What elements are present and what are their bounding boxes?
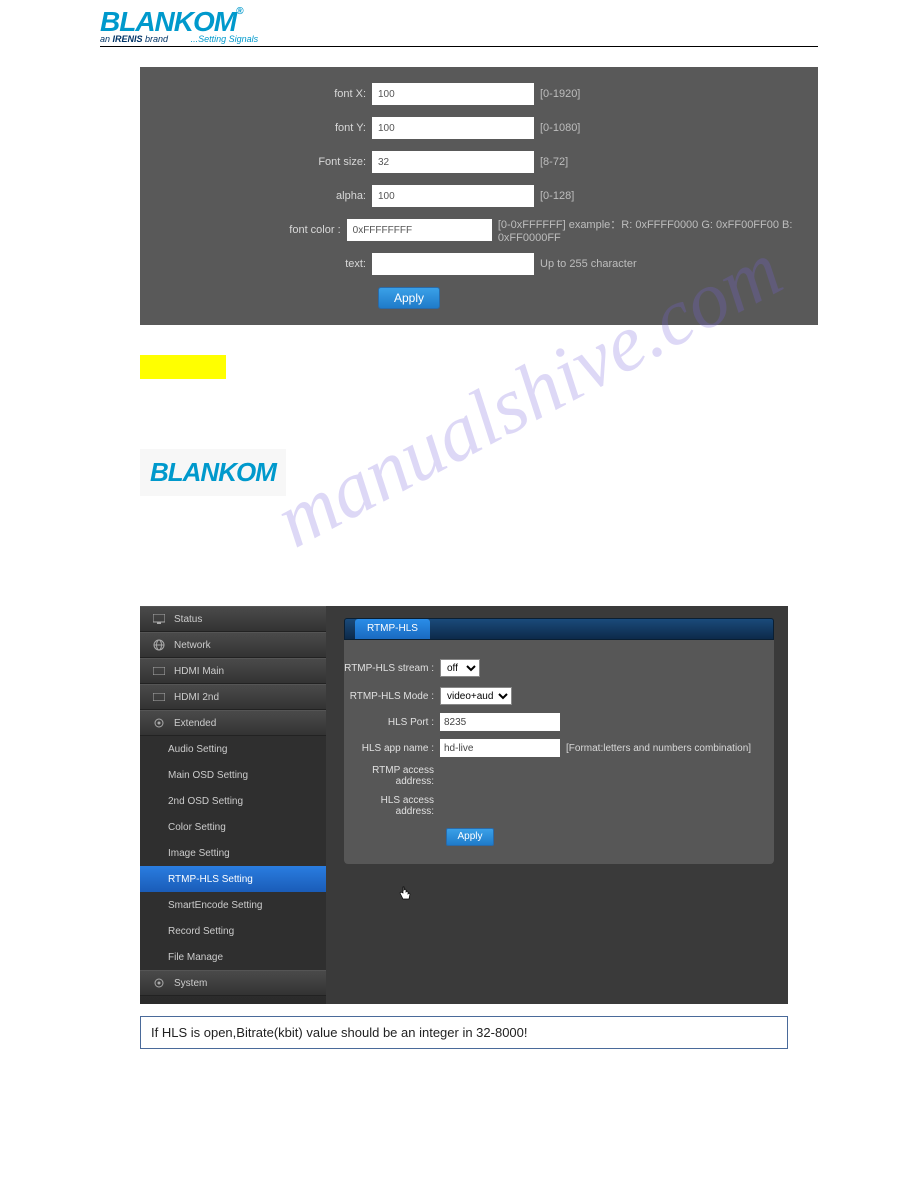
input-font-size[interactable]: [372, 151, 534, 173]
input-hls-port[interactable]: [440, 713, 560, 731]
input-alpha[interactable]: [372, 185, 534, 207]
hint-font-x: [0-1920]: [540, 88, 580, 100]
sidebar-sub-rtmp-hls[interactable]: RTMP-HLS Setting: [140, 866, 326, 892]
hint-font-size: [8-72]: [540, 156, 568, 168]
sidebar-sub-color[interactable]: Color Setting: [140, 814, 326, 840]
note-box: If HLS is open,Bitrate(kbit) value shoul…: [140, 1016, 788, 1049]
input-hls-app[interactable]: [440, 739, 560, 757]
sidebar-item-label: System: [174, 978, 207, 989]
sidebar-item-label: Status: [174, 614, 202, 625]
sidebar-sub-smartencode[interactable]: SmartEncode Setting: [140, 892, 326, 918]
select-mode[interactable]: video+audio: [440, 687, 512, 705]
apply-button-2[interactable]: Apply: [446, 828, 494, 846]
label-text: text:: [140, 258, 372, 270]
label-font-color: font color :: [140, 224, 347, 236]
osd-settings-panel: font X: [0-1920] font Y: [0-1080] Font siz…: [140, 67, 818, 325]
hint-font-color: [0-0xFFFFFF] example：R: 0xFFFF0000 G: 0x…: [498, 216, 818, 244]
sidebar-sub-image[interactable]: Image Setting: [140, 840, 326, 866]
sidebar-sub-record[interactable]: Record Setting: [140, 918, 326, 944]
gear-icon: [152, 976, 166, 990]
input-font-x[interactable]: [372, 83, 534, 105]
hint-hls-app: [Format:letters and numbers combination]: [566, 743, 751, 754]
sidebar-item-label: Extended: [174, 718, 216, 729]
label-stream: RTMP-HLS stream :: [344, 663, 440, 674]
logo-bar: BLANKOM® an IRENIS brand ...Setting Sign…: [100, 6, 818, 47]
label-mode: RTMP-HLS Mode :: [344, 691, 440, 702]
tab-rtmp-hls[interactable]: RTMP-HLS: [355, 619, 430, 639]
sidebar-sub-audio[interactable]: Audio Setting: [140, 736, 326, 762]
label-hls-app: HLS app name :: [344, 743, 440, 754]
hdmi-icon: [152, 690, 166, 704]
brand-logo: BLANKOM®: [100, 6, 242, 38]
label-hls-port: HLS Port :: [344, 717, 440, 728]
sidebar-sub-main-osd[interactable]: Main OSD Setting: [140, 762, 326, 788]
hdmi-icon: [152, 664, 166, 678]
sidebar-item-hdmi-main[interactable]: HDMI Main: [140, 658, 326, 684]
sidebar-item-label: HDMI Main: [174, 666, 224, 677]
input-font-y[interactable]: [372, 117, 534, 139]
monitor-icon: [152, 612, 166, 626]
rtmp-hls-panel: Status Network HDMI Main HDMI 2nd Extend…: [140, 606, 788, 1004]
tab-bar: RTMP-HLS: [344, 618, 774, 640]
sidebar-item-label: Network: [174, 640, 211, 651]
page-header: BLANKOM® an IRENIS brand ...Setting Sign…: [0, 0, 918, 47]
content-area: RTMP-HLS RTMP-HLS stream :off RTMP-HLS M…: [326, 606, 788, 1004]
sidebar-item-network[interactable]: Network: [140, 632, 326, 658]
sidebar-item-status[interactable]: Status: [140, 606, 326, 632]
logo-text: BLANKOM: [100, 6, 236, 37]
label-font-size: Font size:: [140, 156, 372, 168]
rtmp-hls-form: RTMP-HLS stream :off RTMP-HLS Mode :vide…: [344, 640, 774, 864]
apply-button[interactable]: Apply: [378, 287, 440, 309]
sidebar-item-extended[interactable]: Extended: [140, 710, 326, 736]
sidebar-sub-file-manage[interactable]: File Manage: [140, 944, 326, 970]
gear-icon: [152, 716, 166, 730]
label-rtmp-addr: RTMP access address:: [344, 765, 440, 787]
label-font-x: font X:: [140, 88, 372, 100]
label-hls-addr: HLS access address:: [344, 795, 440, 817]
registered-icon: ®: [236, 6, 242, 17]
logo-secondary-wrap: BLANKOM: [140, 449, 286, 496]
sidebar-item-system[interactable]: System: [140, 970, 326, 996]
sidebar: Status Network HDMI Main HDMI 2nd Extend…: [140, 606, 326, 1004]
hint-alpha: [0-128]: [540, 190, 574, 202]
yellow-highlight: [140, 355, 226, 379]
logo-secondary: BLANKOM: [150, 457, 276, 488]
label-font-y: font Y:: [140, 122, 372, 134]
sidebar-item-hdmi-2nd[interactable]: HDMI 2nd: [140, 684, 326, 710]
input-font-color[interactable]: [347, 219, 492, 241]
sidebar-sub-2nd-osd[interactable]: 2nd OSD Setting: [140, 788, 326, 814]
input-text[interactable]: [372, 253, 534, 275]
sidebar-item-label: HDMI 2nd: [174, 692, 219, 703]
hint-font-y: [0-1080]: [540, 122, 580, 134]
globe-icon: [152, 638, 166, 652]
select-stream[interactable]: off: [440, 659, 480, 677]
hint-text: Up to 255 character: [540, 258, 637, 270]
label-alpha: alpha:: [140, 190, 372, 202]
